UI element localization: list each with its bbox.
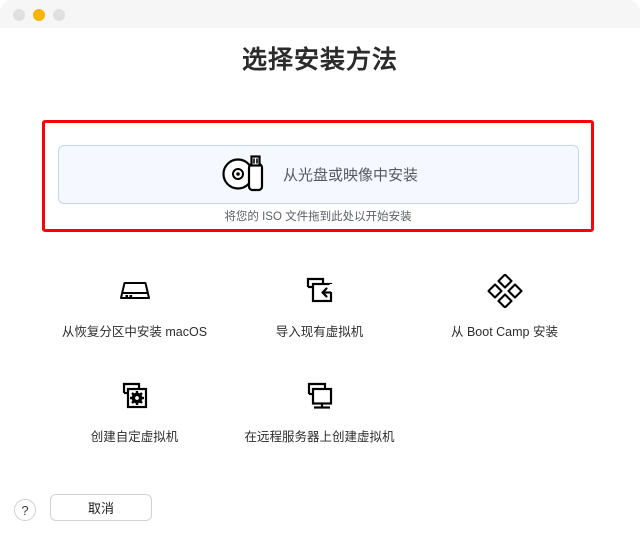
hard-drive-icon (117, 272, 153, 310)
help-button[interactable]: ? (14, 499, 36, 521)
custom-vm-gear-icon (117, 377, 153, 415)
close-window-button[interactable] (13, 9, 25, 21)
install-from-disc-dropzone[interactable]: 从光盘或映像中安装 (58, 145, 579, 204)
page-title: 选择安装方法 (241, 46, 398, 74)
option-label: 在远程服务器上创建虚拟机 (244, 430, 395, 444)
option-empty-slot (412, 377, 597, 482)
install-method-row-1: 从恢复分区中安装 macOS 导入现有虚拟机 从 Boot Camp 安装 (42, 272, 598, 377)
install-method-row-2: 创建自定虚拟机 在远程服务器上创建虚拟机 (42, 377, 598, 482)
dialog-footer: ? 取消 继续 CSDN @earn1994 (0, 480, 640, 533)
option-label: 导入现有虚拟机 (275, 325, 364, 339)
install-method-grid: 从恢复分区中安装 macOS 导入现有虚拟机 从 Boot Camp 安装 创建… (42, 272, 598, 482)
option-label: 从恢复分区中安装 macOS (61, 325, 208, 339)
option-create-custom-vm[interactable]: 创建自定虚拟机 (42, 377, 227, 482)
option-boot-camp[interactable]: 从 Boot Camp 安装 (412, 272, 597, 377)
option-import-existing-vm[interactable]: 导入现有虚拟机 (227, 272, 412, 377)
window-titlebar (0, 0, 640, 28)
disc-usb-icon (219, 152, 269, 197)
option-create-vm-remote-server[interactable]: 在远程服务器上创建虚拟机 (227, 377, 412, 482)
option-recovery-partition-macos[interactable]: 从恢复分区中安装 macOS (42, 272, 227, 377)
boot-camp-icon (486, 272, 524, 310)
dropzone-label: 从光盘或映像中安装 (282, 167, 418, 184)
traffic-light-group (13, 9, 65, 21)
cancel-button[interactable]: 取消 (50, 494, 152, 521)
dropzone-hint-text: 将您的 ISO 文件拖到此处以开始安装 (224, 211, 412, 223)
option-label: 创建自定虚拟机 (90, 430, 179, 444)
zoom-window-button[interactable] (53, 9, 65, 21)
remote-server-display-icon (302, 377, 338, 415)
option-label: 从 Boot Camp 安装 (451, 325, 558, 339)
minimize-window-button[interactable] (33, 9, 45, 21)
installer-window: 选择安装方法 从光盘或映像中安装 将您的 ISO 文件拖到此处以开始安装 从恢复… (0, 0, 640, 533)
import-vm-icon (302, 272, 338, 310)
